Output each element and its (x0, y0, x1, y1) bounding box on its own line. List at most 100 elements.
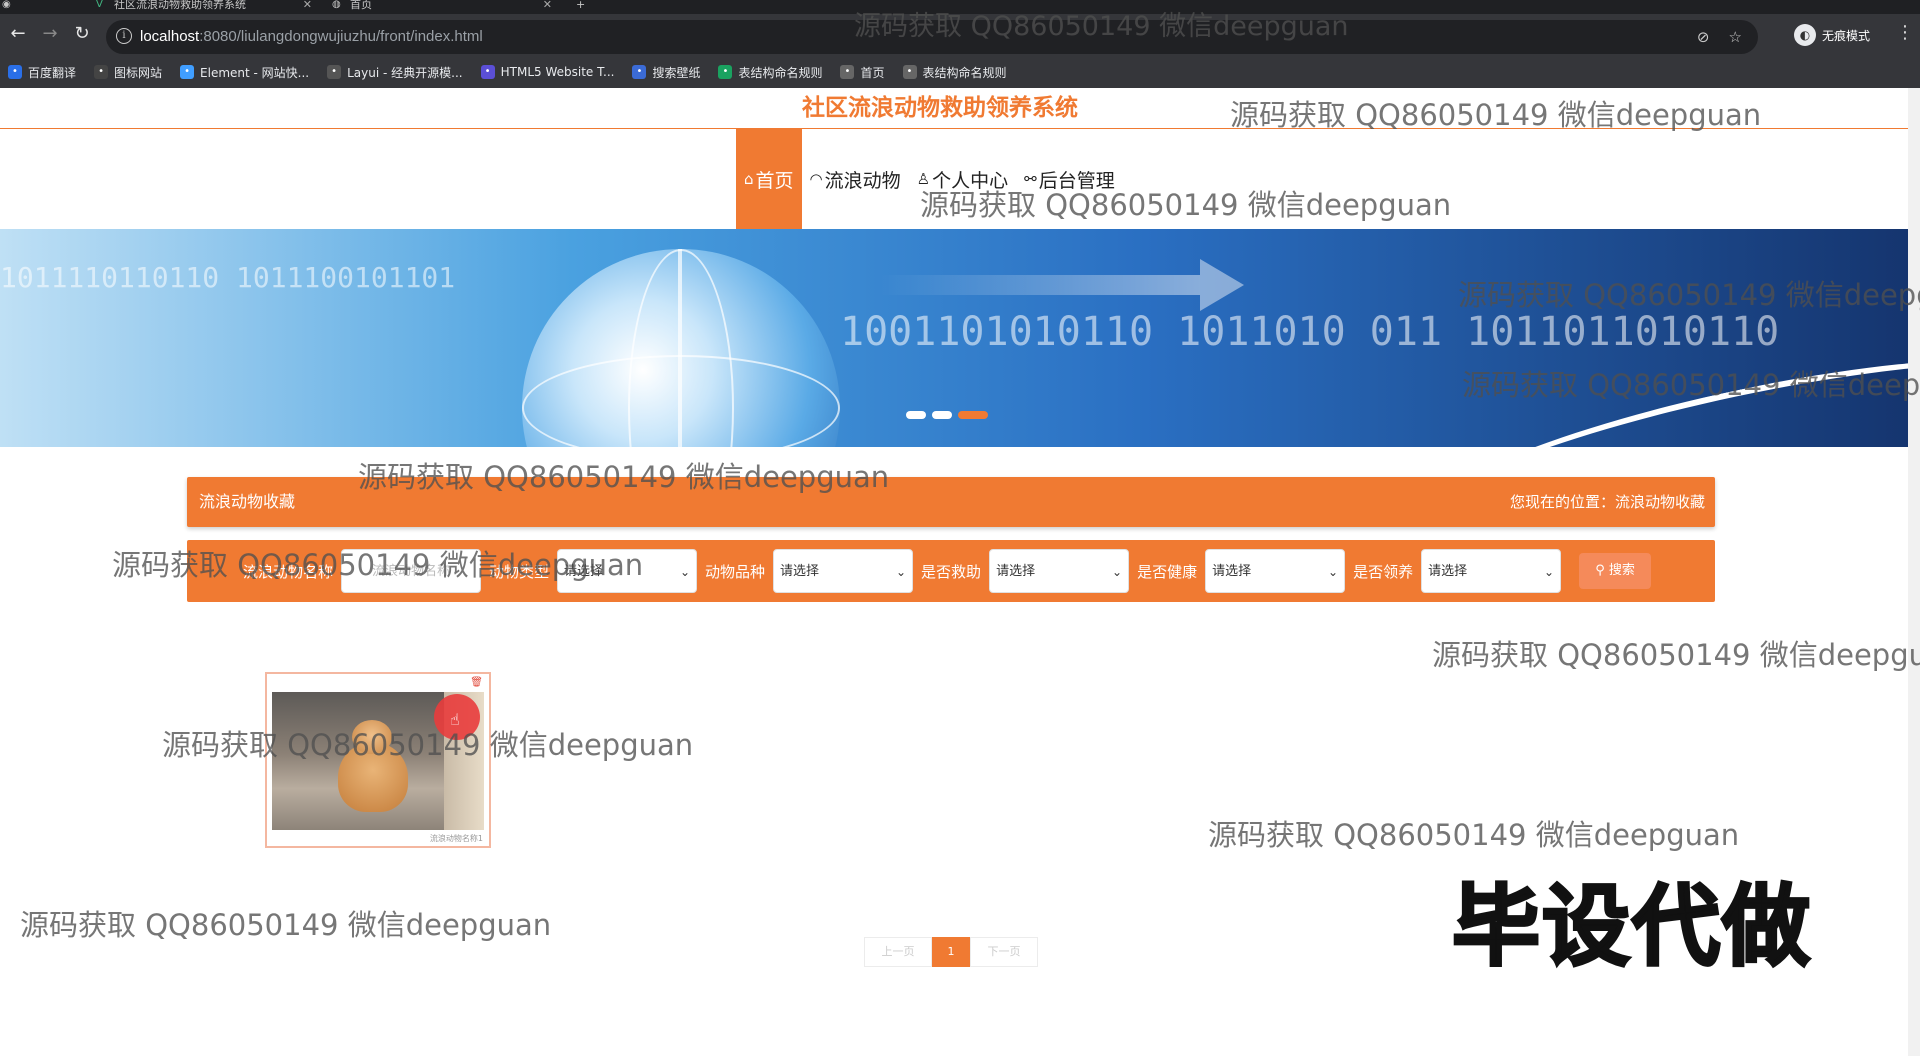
bookmark-label: 图标网站 (114, 65, 163, 80)
bookmark-item[interactable]: • HTML5 Website T... (480, 65, 615, 79)
delete-icon[interactable]: 🗑 (470, 677, 483, 688)
vue-icon: V (96, 0, 103, 10)
watermark-big: 毕设代做 (1450, 874, 1813, 980)
tab-title: 社区流浪动物救助领养系统 (114, 0, 246, 11)
watermark: 源码获取 QQ86050149 微信deepguan (112, 548, 644, 582)
incognito-indicator[interactable]: ◐ 无痕模式 (1794, 24, 1870, 46)
bookmark-label: 百度翻译 (28, 65, 77, 80)
filter-label-healthy: 是否健康 (1137, 562, 1198, 581)
menu-kebab-icon[interactable]: ⋮ (1896, 22, 1914, 43)
chevron-down-icon: ⌄ (895, 565, 907, 579)
watermark: 源码获取 QQ86050149 微信deepguan (854, 11, 1349, 42)
chevron-down-icon: ⌄ (1112, 565, 1123, 579)
carousel-indicators (906, 411, 988, 419)
bookmark-item[interactable]: • 搜索壁纸 (632, 64, 700, 81)
chevron-down-icon: ⌄ (1544, 565, 1555, 579)
watermark: 源码获取 QQ86050149 微信deepguan (1462, 368, 1920, 402)
bookmark-item[interactable]: • 表结构命名规则 (902, 64, 1007, 81)
watermark: 源码获取 QQ86050149 微信deepguan (1458, 278, 1920, 312)
healthy-select[interactable]: 请选择 ⌄ (1205, 549, 1346, 593)
carousel-dot[interactable] (932, 411, 952, 419)
back-icon[interactable]: ← (6, 22, 30, 46)
pet-icon: ◠ (809, 170, 823, 188)
globe-icon: ◍ (332, 0, 341, 10)
bookmarks-bar: • 百度翻译 • 图标网站 • Element - 网站快... • Layui - 经典开源… (0, 56, 1920, 88)
filter-label-breed: 动物品种 (705, 562, 766, 581)
layui-icon: • (327, 65, 342, 79)
reload-icon[interactable]: ↻ (70, 22, 94, 46)
bookmark-label: 搜索壁纸 (652, 65, 701, 80)
banner-binary-text: 1011110110110 1011100101101 (0, 261, 456, 294)
globe-icon: • (840, 65, 855, 79)
bookmark-item[interactable]: • Element - 网站快... (180, 64, 309, 81)
bookmark-label: Layui - 经典开源模... (347, 65, 463, 80)
tab-admin-system[interactable]: V 社区流浪动物救助领养系统 ✕ (94, 0, 314, 14)
forward-icon[interactable]: → (38, 22, 62, 46)
watermark: 源码获取 QQ86050149 微信deepguan (1432, 638, 1920, 672)
carousel-dot[interactable] (906, 411, 926, 419)
url-text[interactable]: localhost:8080/liulangdongwujiuzhu/front… (140, 28, 483, 45)
new-tab-button[interactable]: + (570, 0, 600, 14)
chevron-down-icon: ⌄ (679, 565, 691, 579)
tab-close-icon[interactable]: ✕ (543, 0, 552, 10)
bookmark-label: HTML5 Website T... (500, 65, 615, 79)
banner-arrow-bar (880, 275, 1200, 295)
flag-icon: • (94, 65, 109, 79)
site-info-icon[interactable]: i (116, 28, 132, 44)
bookmark-item[interactable]: • 表结构命名规则 (718, 64, 822, 81)
breadcrumb-link[interactable]: 流浪动物收藏 (1615, 493, 1705, 511)
baidu-translate-icon: • (8, 65, 22, 79)
omnibox-icons: ⊘ ☆ (1697, 28, 1742, 46)
banner-binary-text: 1001101010110 1011010 011 1011011010110 (840, 309, 1780, 355)
watermark: 源码获取 QQ86050149 微信deepguan (358, 460, 890, 494)
card-caption: 流浪动物名称1 (429, 834, 483, 843)
tab-title: 首页 (350, 0, 372, 11)
watermark: 源码获取 QQ86050149 微信deepguan (162, 728, 694, 762)
eye-off-icon[interactable]: ⊘ (1697, 28, 1710, 46)
nav-label: 流浪动物 (824, 169, 901, 192)
star-icon[interactable]: ☆ (1729, 28, 1742, 46)
nav-stray-animals[interactable]: ◠ 流浪动物 (802, 129, 909, 229)
tab-home[interactable]: ◍ 首页 ✕ (330, 0, 554, 14)
search-icon: ⚲ (1595, 563, 1605, 578)
nav-label: 首页 (755, 169, 794, 192)
page-scrollbar[interactable] (1908, 88, 1920, 1056)
incognito-icon: ◐ (1794, 24, 1816, 46)
page-number-button[interactable]: 1 (932, 937, 970, 967)
watermark: 源码获取 QQ86050149 微信deepguan (1208, 818, 1740, 852)
rescued-select[interactable]: 请选择 ⌄ (989, 549, 1130, 593)
adopted-select[interactable]: 请选择 ⌄ (1421, 549, 1562, 593)
banner-arrow (1200, 259, 1244, 311)
breadcrumb-position: 您现在的位置：流浪动物收藏 (1509, 493, 1705, 511)
carousel-dot-active[interactable] (958, 411, 988, 419)
bookmark-label: 首页 (860, 65, 885, 80)
wallpaper-icon: • (632, 65, 647, 79)
animal-breed-select[interactable]: 请选择 ⌄ (773, 549, 914, 593)
search-button[interactable]: ⚲ 搜索 (1579, 553, 1652, 589)
filter-label-adopted: 是否领养 (1353, 562, 1414, 581)
globe-image (522, 249, 840, 447)
watermark: 源码获取 QQ86050149 微信deepguan (920, 188, 1452, 222)
bookmark-item[interactable]: • 百度翻译 (8, 64, 76, 81)
bookmark-label: 表结构命名规则 (738, 65, 823, 80)
chrome-icon: ◉ (2, 0, 11, 10)
globe-icon: • (902, 65, 917, 79)
html5-icon: • (480, 65, 495, 79)
watermark: 源码获取 QQ86050149 微信deepguan (20, 908, 552, 942)
bookmark-item[interactable]: • Layui - 经典开源模... (327, 64, 463, 81)
sheet-icon: • (718, 65, 733, 79)
tab-close-icon[interactable]: ✕ (303, 0, 312, 10)
browser-window-controls[interactable]: ◉ (0, 0, 80, 14)
element-icon: • (180, 65, 195, 79)
bookmark-item[interactable]: • 首页 (840, 64, 885, 81)
section-title: 流浪动物收藏 (199, 492, 296, 511)
pagination: 上一页 1 下一页 (864, 937, 1038, 967)
bookmark-item[interactable]: • 图标网站 (94, 64, 162, 81)
watermark: 源码获取 QQ86050149 微信deepguan (1230, 98, 1762, 132)
next-page-button[interactable]: 下一页 (970, 937, 1038, 967)
home-icon: ⌂ (744, 170, 754, 188)
nav-home[interactable]: ⌂ 首页 (736, 129, 802, 229)
incognito-label: 无痕模式 (1822, 28, 1871, 43)
chevron-down-icon: ⌄ (1328, 565, 1339, 579)
prev-page-button[interactable]: 上一页 (864, 937, 932, 967)
